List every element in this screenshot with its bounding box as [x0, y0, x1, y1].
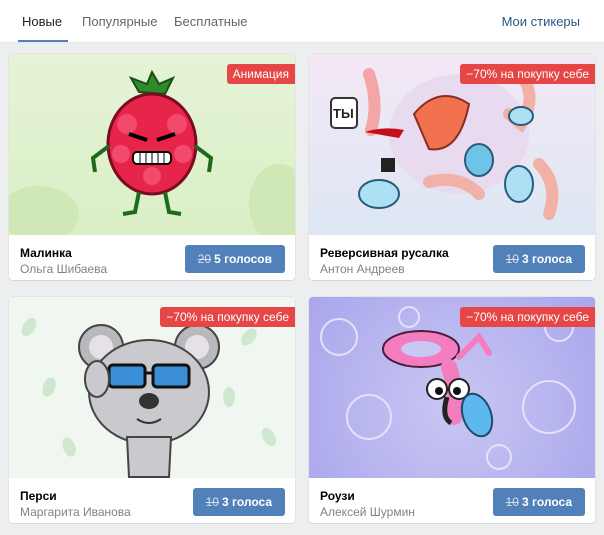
- old-price: 20: [197, 252, 212, 266]
- pack-info: Роузи Алексей Шурмин 10 3 голоса: [309, 478, 595, 523]
- pack-title[interactable]: Перси: [20, 489, 57, 503]
- sticker-pack-card[interactable]: −70% на покупку себе Перси Маргарита Ива…: [9, 297, 295, 523]
- tabs-header: Новые Популярные Бесплатные Мои стикеры: [0, 0, 604, 43]
- sticker-preview[interactable]: −70% на покупку себе: [309, 297, 595, 478]
- old-price: 10: [205, 495, 219, 509]
- discount-badge: −70% на покупку себе: [460, 307, 595, 327]
- pack-author: Маргарита Иванова: [20, 505, 131, 519]
- sticker-pack-card[interactable]: ТЫ −70% на покупку себе Реверсивная руса…: [309, 54, 595, 280]
- active-tab-indicator: [18, 40, 68, 42]
- pack-title[interactable]: Реверсивная русалка: [320, 246, 449, 260]
- price-label: 5 голосов: [214, 252, 272, 266]
- tab-popular[interactable]: Популярные: [82, 14, 157, 29]
- tab-new[interactable]: Новые: [22, 14, 62, 29]
- pack-title[interactable]: Роузи: [320, 489, 355, 503]
- price-label: 3 голоса: [521, 252, 572, 266]
- tab-free[interactable]: Бесплатные: [174, 14, 248, 29]
- my-stickers-link[interactable]: Мои стикеры: [502, 14, 580, 29]
- pack-author: Алексей Шурмин: [320, 505, 415, 519]
- buy-button[interactable]: 10 3 голоса: [492, 488, 585, 516]
- pack-info: Малинка Ольга Шибаева 20 5 голосов: [9, 235, 295, 280]
- animation-badge: Анимация: [226, 64, 295, 84]
- sticker-preview[interactable]: Анимация: [9, 54, 295, 235]
- discount-badge: −70% на покупку себе: [460, 64, 595, 84]
- sticker-preview[interactable]: −70% на покупку себе: [9, 297, 295, 478]
- buy-button[interactable]: 20 5 голосов: [184, 245, 285, 273]
- pack-author: Антон Андреев: [320, 262, 405, 276]
- buy-button[interactable]: 10 3 голоса: [192, 488, 285, 516]
- pack-title[interactable]: Малинка: [20, 246, 72, 260]
- price-label: 3 голоса: [521, 495, 572, 509]
- sticker-text: ТЫ: [333, 106, 354, 121]
- pack-info: Перси Маргарита Иванова 10 3 голоса: [9, 478, 295, 523]
- sticker-pack-card[interactable]: Анимация Малинка Ольга Шибаева 20 5 голос…: [9, 54, 295, 280]
- old-price: 10: [505, 495, 519, 509]
- pack-author: Ольга Шибаева: [20, 262, 108, 276]
- buy-button[interactable]: 10 3 голоса: [492, 245, 585, 273]
- discount-badge: −70% на покупку себе: [160, 307, 295, 327]
- sticker-preview[interactable]: ТЫ −70% на покупку себе: [309, 54, 595, 235]
- pack-info: Реверсивная русалка Антон Андреев 10 3 го…: [309, 235, 595, 280]
- old-price: 10: [505, 252, 519, 266]
- price-label: 3 голоса: [221, 495, 272, 509]
- sticker-pack-card[interactable]: −70% на покупку себе Роузи Алексей Шурми…: [309, 297, 595, 523]
